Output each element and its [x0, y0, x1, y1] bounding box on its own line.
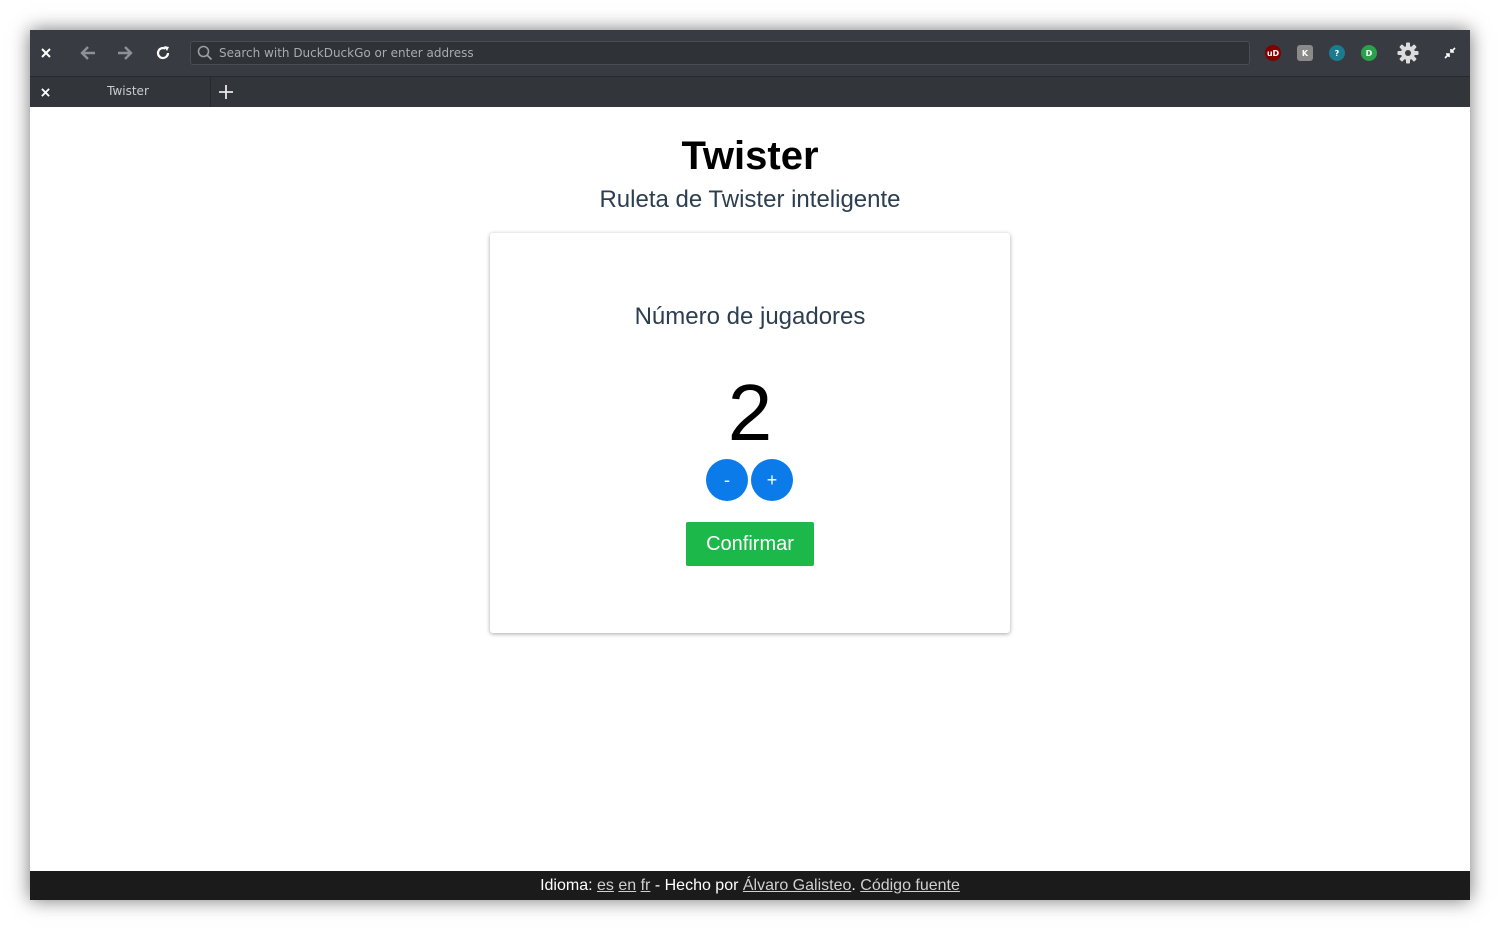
compress-icon: [1444, 47, 1456, 59]
players-card: Número de jugadores 2 - + Confirmar: [490, 233, 1010, 633]
page-content: Twister Ruleta de Twister inteligente Nú…: [30, 107, 1470, 871]
language-label: Idioma:: [540, 876, 597, 894]
extension-label: D: [1365, 48, 1373, 58]
tab-strip: Twister: [30, 77, 1470, 107]
browser-toolbar: uD K ? D: [30, 30, 1470, 77]
increase-players-button[interactable]: +: [751, 459, 793, 501]
close-window-button[interactable]: [34, 41, 58, 65]
help-icon[interactable]: ?: [1329, 45, 1345, 61]
gear-icon: [1397, 42, 1419, 64]
players-label: Número de jugadores: [634, 303, 866, 330]
new-tab-button[interactable]: [216, 82, 236, 102]
language-link-en[interactable]: en: [618, 877, 636, 895]
ublock-origin-icon[interactable]: uD: [1265, 45, 1281, 61]
back-button[interactable]: [76, 41, 100, 65]
source-code-link[interactable]: Código fuente: [860, 877, 960, 895]
exit-fullscreen-button[interactable]: [1438, 41, 1462, 65]
extension-k-icon[interactable]: K: [1297, 45, 1313, 61]
confirm-button[interactable]: Confirmar: [686, 522, 814, 566]
close-icon: [41, 48, 51, 58]
extension-label: ?: [1334, 48, 1340, 58]
language-link-fr[interactable]: fr: [641, 877, 651, 895]
players-count: 2: [727, 368, 773, 457]
search-icon: [197, 45, 213, 61]
plus-icon: [219, 85, 233, 99]
extension-label: K: [1301, 48, 1309, 58]
reload-icon: [156, 46, 170, 60]
extension-green-icon[interactable]: D: [1361, 45, 1377, 61]
reload-button[interactable]: [151, 41, 175, 65]
address-bar[interactable]: [190, 41, 1250, 65]
made-by-text: - Hecho por: [650, 876, 743, 894]
decrease-players-button[interactable]: -: [706, 459, 748, 501]
settings-button[interactable]: [1396, 41, 1420, 65]
extension-label: uD: [1266, 48, 1280, 58]
tab-twister[interactable]: Twister: [30, 77, 211, 107]
page-title: Twister: [681, 134, 819, 178]
arrow-right-icon: [118, 46, 133, 60]
arrow-left-icon: [80, 46, 95, 60]
page-subtitle: Ruleta de Twister inteligente: [599, 186, 901, 213]
forward-button[interactable]: [113, 41, 137, 65]
author-link[interactable]: Álvaro Galisteo: [743, 877, 852, 895]
language-link-es[interactable]: es: [597, 877, 614, 895]
page-footer: Idioma: es en fr - Hecho por Álvaro Gali…: [30, 871, 1470, 900]
footer-separator: .: [851, 876, 861, 894]
address-input[interactable]: [219, 46, 1219, 60]
browser-window: uD K ? D: [30, 30, 1470, 900]
tab-title: Twister: [107, 84, 149, 98]
